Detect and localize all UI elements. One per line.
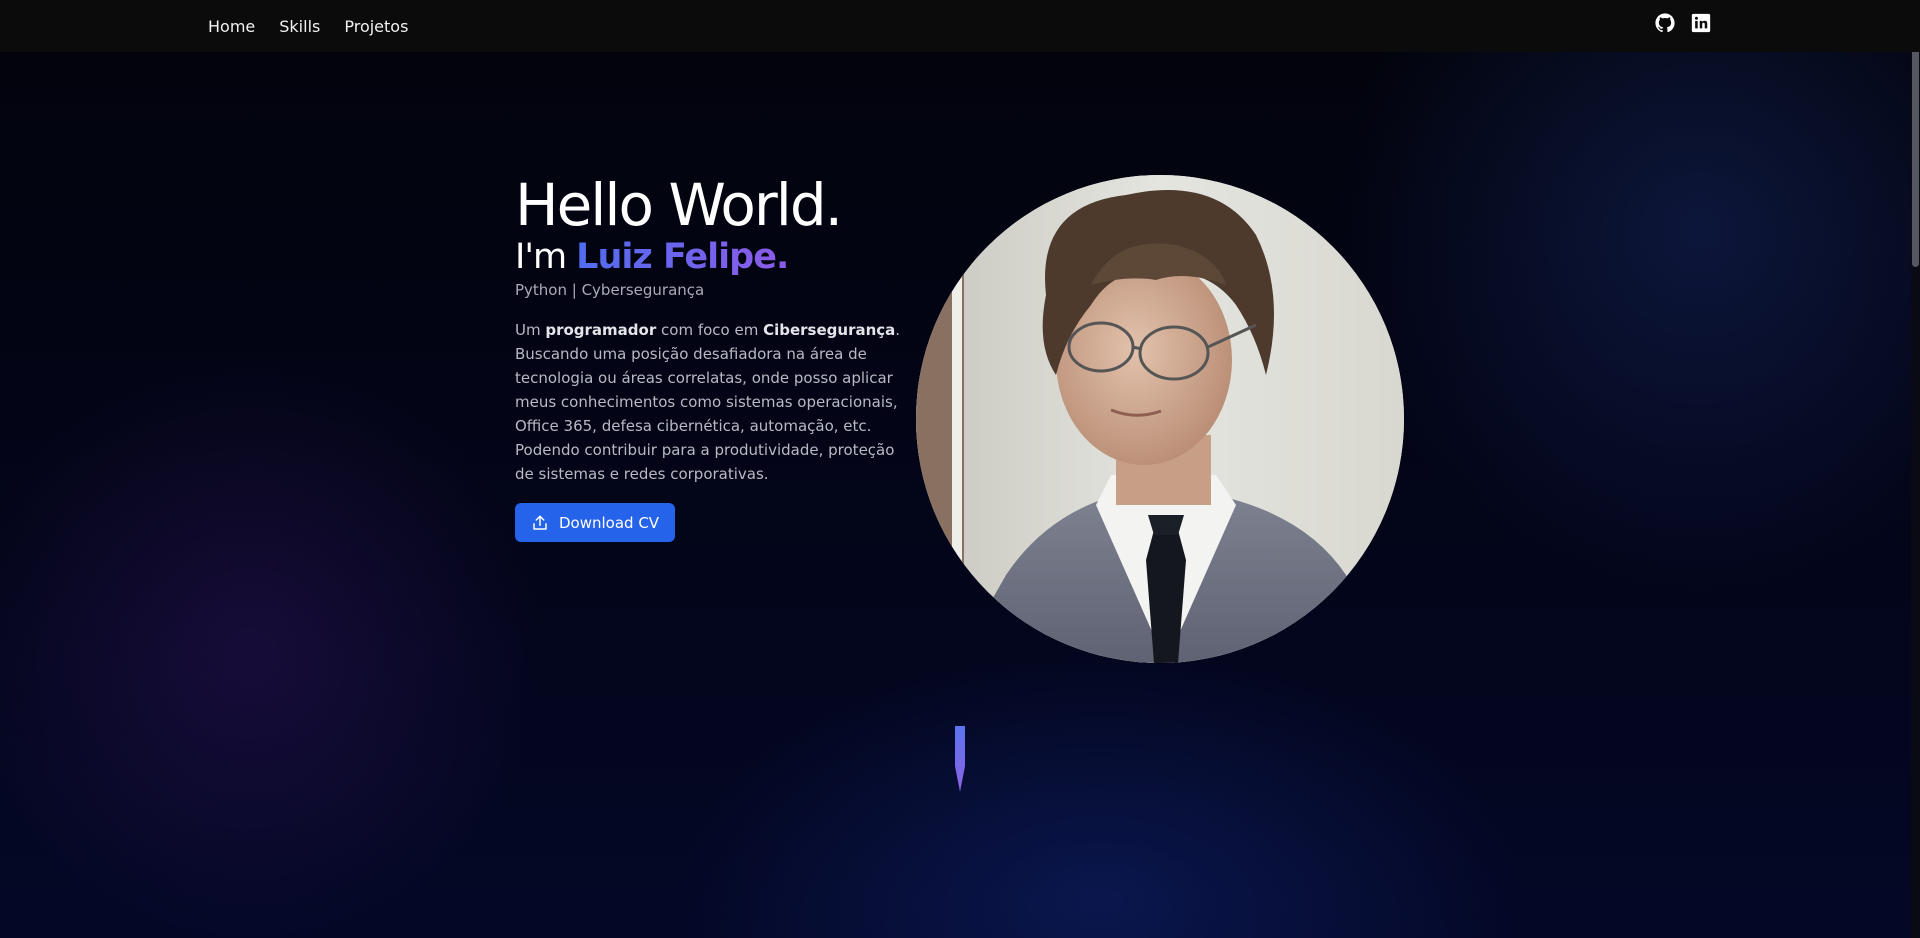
hero-text: Hello World. I'm Luiz Felipe. Python | C… <box>515 170 905 542</box>
bio-text-2: com foco em <box>656 321 764 339</box>
hero-greeting: Hello World. <box>515 171 843 239</box>
scroll-down-indicator[interactable] <box>952 726 968 792</box>
github-icon[interactable] <box>1655 12 1675 34</box>
scrollbar-track <box>1911 0 1920 938</box>
bio-strong-ciberseguranca: Cibersegurança <box>763 321 896 339</box>
profile-photo <box>916 175 1404 663</box>
hero-intro: I'm Luiz Felipe. <box>515 236 905 278</box>
nav-links: Home Skills Projetos <box>208 0 408 52</box>
hero-bio: Um programador com foco em Ciberseguranç… <box>515 318 901 486</box>
top-navbar: Home Skills Projetos <box>0 0 1920 52</box>
hero-role: Python | Cybersegurança <box>515 281 705 299</box>
nav-link-projetos[interactable]: Projetos <box>344 17 408 36</box>
upload-icon <box>531 514 549 532</box>
nav-link-skills[interactable]: Skills <box>279 17 320 36</box>
linkedin-icon[interactable] <box>1691 12 1711 34</box>
download-cv-button[interactable]: Download CV <box>515 503 676 542</box>
intro-prefix: I'm <box>515 237 577 277</box>
nav-link-home[interactable]: Home <box>208 17 255 36</box>
bio-text-3: . Buscando uma posição desafiadora na ár… <box>515 321 901 483</box>
social-icons <box>1655 12 1711 34</box>
download-cv-label: Download CV <box>559 513 660 532</box>
bio-text-1: Um <box>515 321 546 339</box>
hero-name: Luiz Felipe. <box>576 237 789 277</box>
bio-strong-programador: programador <box>545 321 657 339</box>
